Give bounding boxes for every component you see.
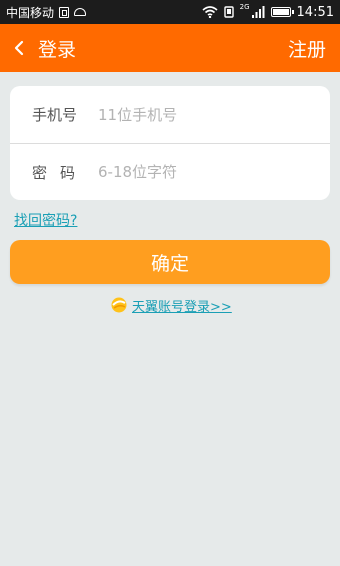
forgot-password-link[interactable]: 找回密码?: [14, 210, 77, 230]
android-icon: [74, 8, 87, 16]
password-input[interactable]: [98, 152, 330, 192]
status-left: 中国移动: [6, 4, 87, 21]
clock: 14:51: [296, 4, 334, 20]
tianyi-logo-icon: [110, 296, 128, 314]
phone-input[interactable]: [98, 94, 330, 135]
chevron-left-icon: [14, 40, 24, 56]
tianyi-login-label: 天翼账号登录>>: [132, 299, 232, 315]
tianyi-login-link[interactable]: 天翼账号登录>>: [110, 295, 232, 315]
password-row: 密码: [10, 143, 330, 200]
carrier-name: 中国移动: [6, 5, 55, 20]
page-title: 登录: [38, 38, 77, 61]
sim-card-icon: [59, 6, 70, 18]
confirm-button[interactable]: 确定: [10, 240, 330, 284]
phone-signal-icon: [223, 6, 234, 18]
register-button[interactable]: 注册: [288, 35, 340, 62]
back-button[interactable]: 登录: [0, 24, 76, 72]
wifi-icon: [202, 6, 218, 18]
login-form: 手机号 密码: [10, 86, 330, 200]
phone-row: 手机号: [10, 86, 330, 143]
password-label: 密码: [32, 163, 89, 182]
battery-icon: [270, 7, 294, 17]
app-header: 登录 注册: [0, 24, 340, 72]
network-type: 2G: [239, 2, 250, 11]
phone-label: 手机号: [32, 106, 78, 124]
status-right: 2G 14:51: [202, 2, 334, 20]
signal-strength-icon: [251, 6, 265, 18]
status-bar: 中国移动 2G 14:51: [0, 0, 340, 24]
